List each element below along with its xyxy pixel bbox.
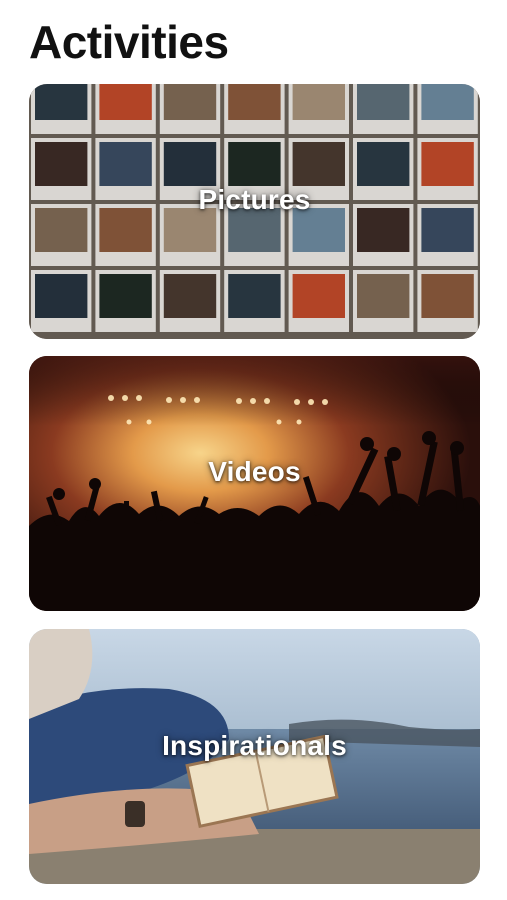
inspirationals-label: Inspirationals: [162, 730, 347, 761]
page-title: Activities: [29, 16, 229, 68]
pictures-card[interactable]: Pictures: [29, 84, 480, 339]
pictures-label: Pictures: [198, 184, 311, 215]
videos-card[interactable]: Videos: [29, 356, 480, 611]
inspirationals-card[interactable]: Inspirationals: [29, 629, 480, 884]
videos-label: Videos: [208, 456, 301, 487]
